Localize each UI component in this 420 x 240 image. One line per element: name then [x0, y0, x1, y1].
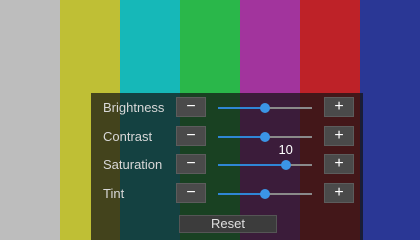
brightness-slider[interactable] — [218, 103, 312, 113]
saturation-value-tooltip: 10 — [278, 142, 293, 157]
contrast-decrease-button[interactable]: − — [176, 126, 206, 146]
brightness-increase-button[interactable]: + — [324, 97, 354, 117]
tint-decrease-button[interactable]: − — [176, 183, 206, 203]
brightness-row: Brightness − + — [91, 97, 363, 119]
tint-label: Tint — [103, 186, 125, 201]
brightness-slider-fill — [218, 107, 265, 109]
plus-icon: + — [334, 184, 344, 201]
brightness-decrease-button[interactable]: − — [176, 97, 206, 117]
contrast-slider-fill — [218, 136, 265, 138]
saturation-slider-thumb[interactable] — [280, 160, 291, 170]
saturation-label: Saturation — [103, 157, 163, 172]
tint-increase-button[interactable]: + — [324, 183, 354, 203]
color-bar-blue — [360, 0, 420, 240]
brightness-label: Brightness — [103, 100, 165, 115]
contrast-slider[interactable] — [218, 132, 312, 142]
reset-button[interactable]: Reset — [179, 215, 277, 233]
picture-settings-panel: Brightness − + Contrast − + Saturation −… — [91, 93, 363, 240]
brightness-slider-thumb[interactable] — [260, 103, 270, 113]
saturation-decrease-button[interactable]: − — [176, 154, 206, 174]
plus-icon: + — [334, 155, 344, 172]
saturation-increase-button[interactable]: + — [324, 154, 354, 174]
saturation-row: Saturation − 10 + — [91, 142, 363, 176]
tint-slider[interactable] — [218, 189, 312, 199]
contrast-slider-thumb[interactable] — [260, 132, 270, 142]
plus-icon: + — [334, 127, 344, 144]
contrast-increase-button[interactable]: + — [324, 126, 354, 146]
color-bar-gray — [0, 0, 60, 240]
minus-icon: − — [186, 127, 196, 144]
tint-slider-thumb[interactable] — [260, 189, 270, 199]
minus-icon: − — [186, 98, 196, 115]
saturation-slider-fill — [218, 164, 286, 166]
contrast-row: Contrast − + — [91, 126, 363, 148]
minus-icon: − — [186, 155, 196, 172]
minus-icon: − — [186, 184, 196, 201]
saturation-slider[interactable]: 10 — [218, 142, 312, 170]
tint-row: Tint − + — [91, 183, 363, 205]
contrast-label: Contrast — [103, 129, 153, 144]
plus-icon: + — [334, 98, 344, 115]
tint-slider-fill — [218, 193, 265, 195]
